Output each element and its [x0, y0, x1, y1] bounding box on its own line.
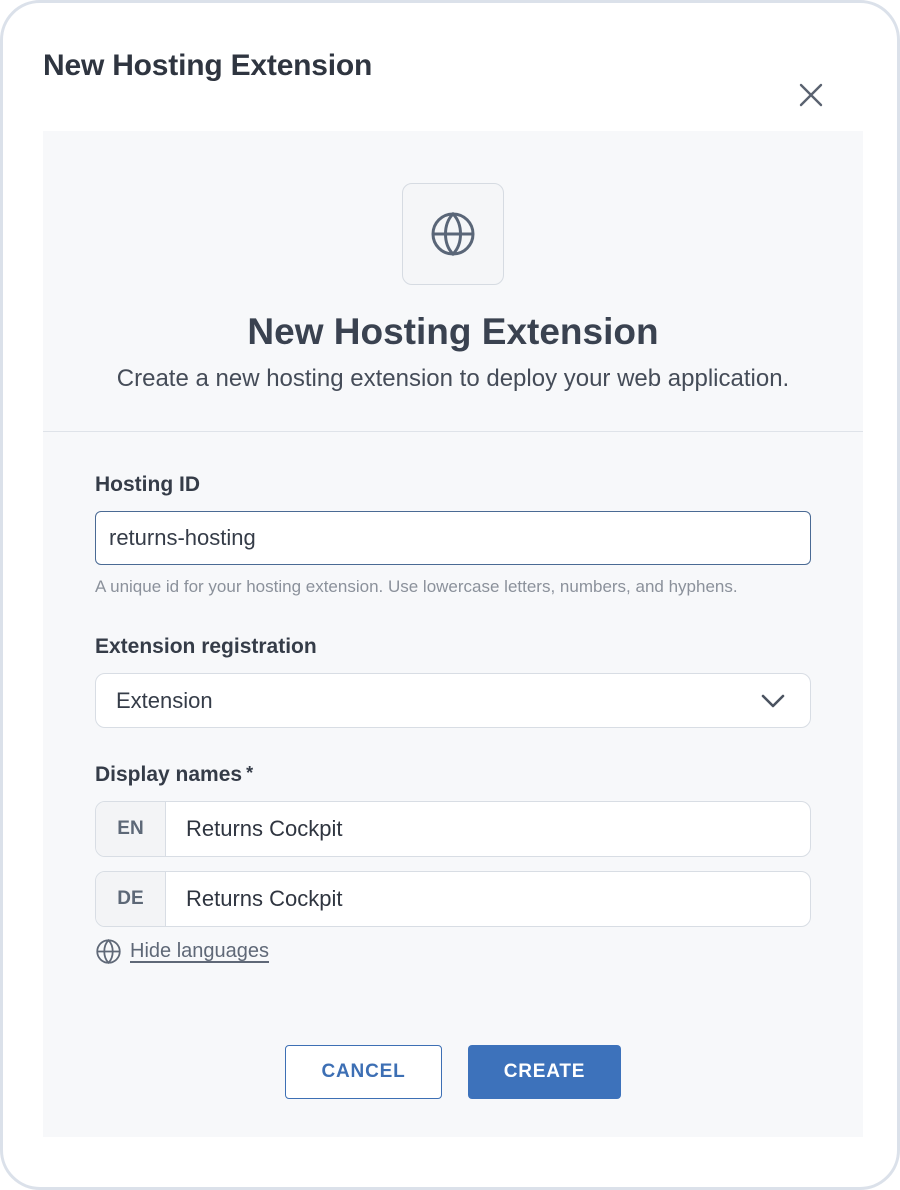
globe-icon [96, 938, 121, 965]
close-button[interactable] [793, 77, 829, 113]
registration-selected-value: Extension [116, 687, 213, 713]
registration-label: Extension registration [95, 635, 317, 658]
hosting-id-label: Hosting ID [95, 473, 200, 496]
language-code-en: EN [96, 802, 166, 856]
display-names-label-text: Display names [95, 763, 243, 786]
chevron-down-icon [761, 694, 785, 708]
dialog-title: New Hosting Extension [43, 49, 373, 82]
hero-icon-box [402, 183, 504, 285]
display-name-row-de: DE Returns Cockpit [95, 871, 811, 927]
cancel-button[interactable]: CANCEL [285, 1045, 442, 1099]
hide-languages-label: Hide languages [130, 940, 269, 962]
display-name-input-en[interactable]: Returns Cockpit [166, 802, 810, 856]
hero-subtitle: Create a new hosting extension to deploy… [116, 365, 790, 392]
globe-icon [431, 211, 475, 257]
registration-select[interactable]: Extension [95, 673, 811, 728]
hosting-id-input[interactable] [95, 511, 811, 565]
display-name-input-de[interactable]: Returns Cockpit [166, 872, 810, 926]
close-icon [799, 83, 823, 107]
hero-title: New Hosting Extension [247, 311, 659, 352]
create-button[interactable]: CREATE [468, 1045, 621, 1099]
required-marker: * [246, 763, 254, 783]
new-hosting-extension-dialog: New Hosting Extension New Hosting Extens… [0, 0, 900, 1190]
divider [43, 431, 863, 432]
display-name-row-en: EN Returns Cockpit [95, 801, 811, 857]
dialog-body: New Hosting Extension Create a new hosti… [43, 131, 863, 1137]
hide-languages-link[interactable]: Hide languages [95, 938, 269, 965]
hosting-id-hint: A unique id for your hosting extension. … [95, 577, 738, 596]
language-code-de: DE [96, 872, 166, 926]
display-names-label: Display names * [95, 763, 253, 787]
